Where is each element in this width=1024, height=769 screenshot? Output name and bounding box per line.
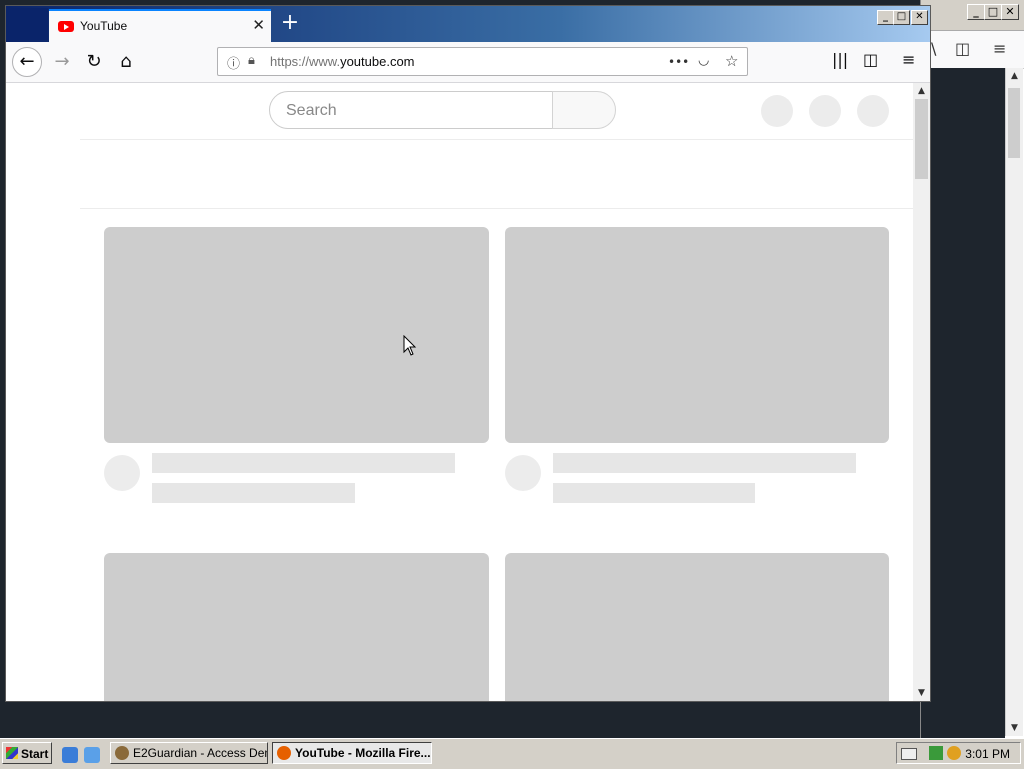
header-icon-placeholder[interactable] [857,95,889,127]
mouse-cursor-icon [403,335,417,356]
background-window-content [921,68,1005,738]
youtube-favicon-icon [58,21,74,32]
page-scrollbar[interactable]: ▲ ▼ [913,83,930,701]
background-maximize-button[interactable]: □ [984,4,1002,20]
start-label: Start [21,747,49,761]
tab-close-icon[interactable]: ✕ [252,17,265,33]
sidebar-icon[interactable]: ◫ [863,50,878,69]
reload-button[interactable]: ↻ [80,48,108,76]
scrollbar-thumb[interactable] [915,99,928,179]
youtube-search-box[interactable] [269,91,553,129]
title-placeholder [553,453,856,473]
tab-title: YouTube [80,19,128,33]
ie-quicklaunch-icon[interactable] [62,747,78,763]
tab-strip: YouTube ✕ + _ □ ✕ [6,6,930,42]
windows-flag-icon [6,747,18,759]
task-youtube-firefox[interactable]: YouTube - Mozilla Fire... [272,742,432,764]
home-button[interactable]: ⌂ [112,48,140,76]
search-input[interactable] [286,101,526,121]
firefox-icon [277,746,291,760]
background-toolbar: \ ◫ ≡ [921,31,1024,69]
forward-button[interactable]: → [48,48,76,76]
sidebar-icon[interactable]: ◫ [955,39,970,58]
header-icon-placeholder[interactable] [809,95,841,127]
background-close-button[interactable]: ✕ [1001,4,1019,20]
search-tray-icon[interactable] [947,746,961,760]
header-divider [80,139,913,140]
menu-icon[interactable]: ≡ [993,39,1006,58]
background-scrollbar[interactable]: ▲ ▼ [1005,68,1023,736]
url-text[interactable]: https://www.youtube.com [270,54,415,69]
library-icon[interactable]: \ [931,39,936,58]
bookmark-star-icon[interactable]: ☆ [725,52,738,70]
video-thumbnail-placeholder[interactable] [104,227,489,443]
clock: 3:01 PM [965,747,1010,761]
pocket-icon[interactable]: ◡ [698,53,709,68]
scrollbar-thumb[interactable] [1008,88,1020,158]
network-icon[interactable] [929,746,943,760]
keyboard-icon[interactable] [901,748,917,760]
title-placeholder [152,453,455,473]
task-label: E2Guardian - Access Den... [133,746,268,760]
taskbar: Start E2Guardian - Access Den... YouTube… [0,738,1024,769]
header-icon-placeholder[interactable] [761,95,793,127]
channel-avatar-placeholder [505,455,541,491]
url-prefix: https://www. [270,54,341,69]
search-button[interactable] [552,91,616,129]
meta-placeholder [553,483,755,503]
video-thumbnail-placeholder[interactable] [505,227,889,443]
scroll-down-arrow-icon[interactable]: ▼ [1006,720,1023,736]
background-window: _ □ ✕ \ ◫ ≡ ▲ ▼ [920,0,1024,738]
navigation-toolbar: ← → ↻ ⌂ ⓘ 🔒︎ https://www.youtube.com •••… [6,42,930,83]
app-menu-icon[interactable]: ≡ [902,50,915,69]
info-icon[interactable]: ⓘ [227,53,240,72]
outlook-quicklaunch-icon[interactable] [84,747,100,763]
new-tab-button[interactable]: + [278,12,302,36]
library-icon[interactable]: ||| [832,50,848,69]
scroll-up-arrow-icon[interactable]: ▲ [1006,68,1023,84]
video-thumbnail-placeholder[interactable] [104,553,489,701]
meta-placeholder [152,483,355,503]
url-host: youtube.com [340,54,415,69]
page-actions-more-icon[interactable]: ••• [668,55,689,69]
scroll-down-arrow-icon[interactable]: ▼ [913,685,930,701]
channel-avatar-placeholder [104,455,140,491]
e2guardian-icon [115,746,129,760]
tab-youtube[interactable]: YouTube ✕ [49,9,271,42]
system-tray: 3:01 PM [896,742,1021,764]
video-thumbnail-placeholder[interactable] [505,553,889,701]
window-system-block [8,8,48,40]
background-minimize-button[interactable]: _ [967,4,985,20]
youtube-page [6,83,913,701]
start-button[interactable]: Start [2,742,52,764]
background-window-titlebar: _ □ ✕ [921,0,1024,31]
maximize-button[interactable]: □ [893,10,910,25]
scroll-up-arrow-icon[interactable]: ▲ [913,83,930,99]
url-bar[interactable]: ⓘ 🔒︎ https://www.youtube.com ••• ◡ ☆ [217,47,748,76]
firefox-window: YouTube ✕ + _ □ ✕ ← → ↻ ⌂ ⓘ 🔒︎ https://w… [5,5,931,702]
task-label: YouTube - Mozilla Fire... [295,746,431,760]
close-window-button[interactable]: ✕ [911,10,928,25]
back-button[interactable]: ← [12,47,42,77]
task-e2guardian[interactable]: E2Guardian - Access Den... [110,742,268,764]
lock-warning-icon[interactable]: 🔒︎ [248,53,255,68]
chips-divider [80,208,913,209]
minimize-button[interactable]: _ [877,10,894,25]
